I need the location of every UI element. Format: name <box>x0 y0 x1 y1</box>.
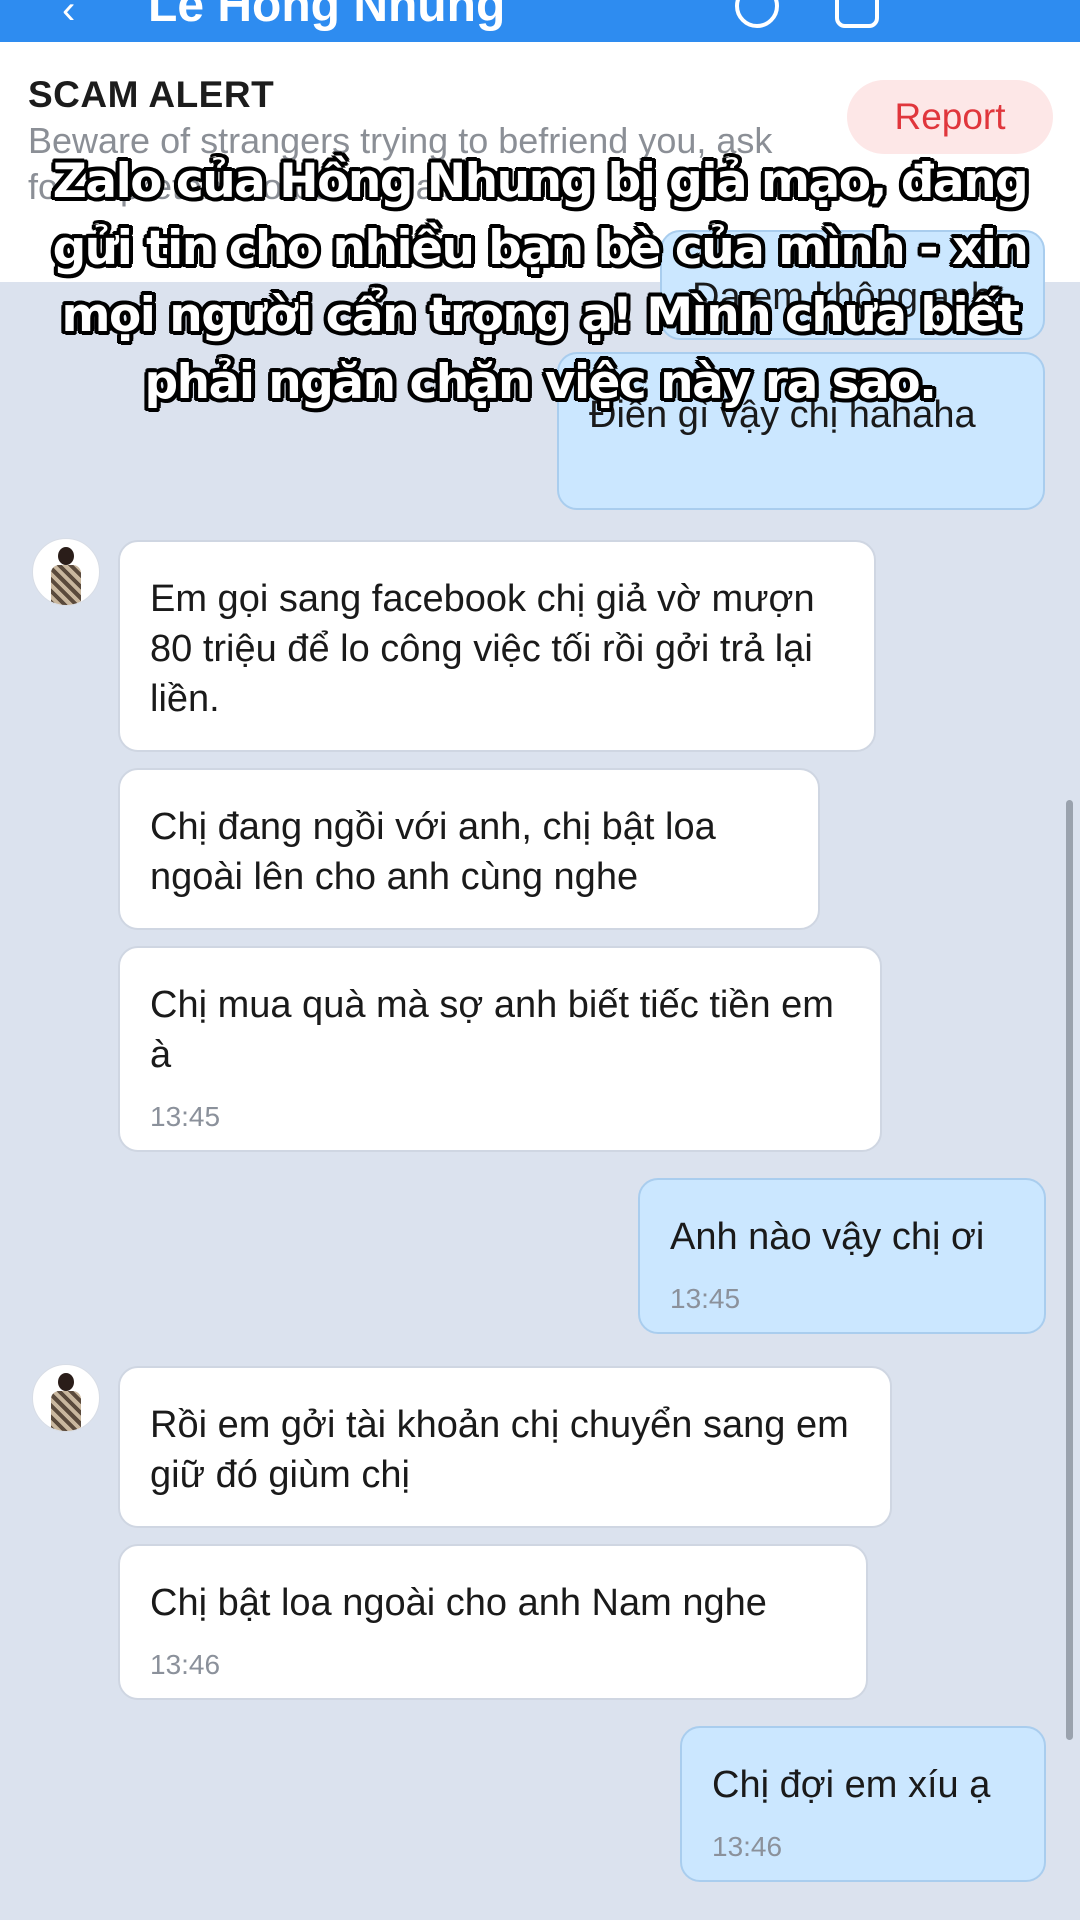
contact-name[interactable]: Lê Hồng Nhung <box>148 0 505 33</box>
message-text: Rồi em gởi tài khoản chị chuyển sang em … <box>150 1404 849 1496</box>
message-bubble-received[interactable]: Chị đang ngồi với anh, chị bật loa ngoài… <box>118 768 820 930</box>
avatar-head <box>58 1373 74 1391</box>
avatar-body <box>51 565 81 605</box>
message-text: Chị mua quà mà sợ anh biết tiếc tiền em … <box>150 984 834 1076</box>
message-bubble-received[interactable]: Rồi em gởi tài khoản chị chuyển sang em … <box>118 1366 892 1528</box>
avatar-body <box>51 1391 81 1431</box>
chat-header: ‹ Lê Hồng Nhung <box>0 0 1080 42</box>
message-time: 13:46 <box>712 1831 783 1862</box>
menu-icon[interactable] <box>960 0 1004 28</box>
contact-avatar[interactable] <box>32 1364 100 1432</box>
scrollbar[interactable] <box>1066 800 1073 1740</box>
avatar-head <box>58 547 74 565</box>
message-bubble-sent[interactable]: Chị đợi em xíu ạ 13:46 <box>680 1726 1046 1882</box>
contact-avatar[interactable] <box>32 538 100 606</box>
message-bubble-received[interactable]: Chị mua quà mà sợ anh biết tiếc tiền em … <box>118 946 882 1152</box>
call-icon[interactable] <box>735 0 779 28</box>
report-button[interactable]: Report <box>847 80 1053 154</box>
message-time: 13:45 <box>670 1283 741 1314</box>
message-time: 13:45 <box>150 1101 221 1132</box>
scam-alert-heading: SCAM ALERT <box>28 74 275 115</box>
message-text: Chị đang ngồi với anh, chị bật loa ngoài… <box>150 806 716 898</box>
message-bubble-received[interactable]: Em gọi sang facebook chị giả vờ mượn 80 … <box>118 540 876 752</box>
message-text: Anh nào vậy chị ơi <box>670 1216 985 1258</box>
message-bubble-received[interactable]: Chị bật loa ngoài cho anh Nam nghe 13:46 <box>118 1544 868 1700</box>
message-text: Chị bật loa ngoài cho anh Nam nghe <box>150 1582 767 1624</box>
message-time: 13:46 <box>150 1649 221 1680</box>
message-bubble-sent[interactable]: Anh nào vậy chị ơi 13:45 <box>638 1178 1046 1334</box>
message-text: Em gọi sang facebook chị giả vờ mượn 80 … <box>150 578 815 720</box>
overlay-caption: Zalo của Hồng Nhung bị giả mạo, đang gửi… <box>52 154 1029 410</box>
video-call-icon[interactable] <box>835 0 879 28</box>
message-text: Chị đợi em xíu ạ <box>712 1764 991 1806</box>
back-icon[interactable]: ‹ <box>62 0 75 33</box>
